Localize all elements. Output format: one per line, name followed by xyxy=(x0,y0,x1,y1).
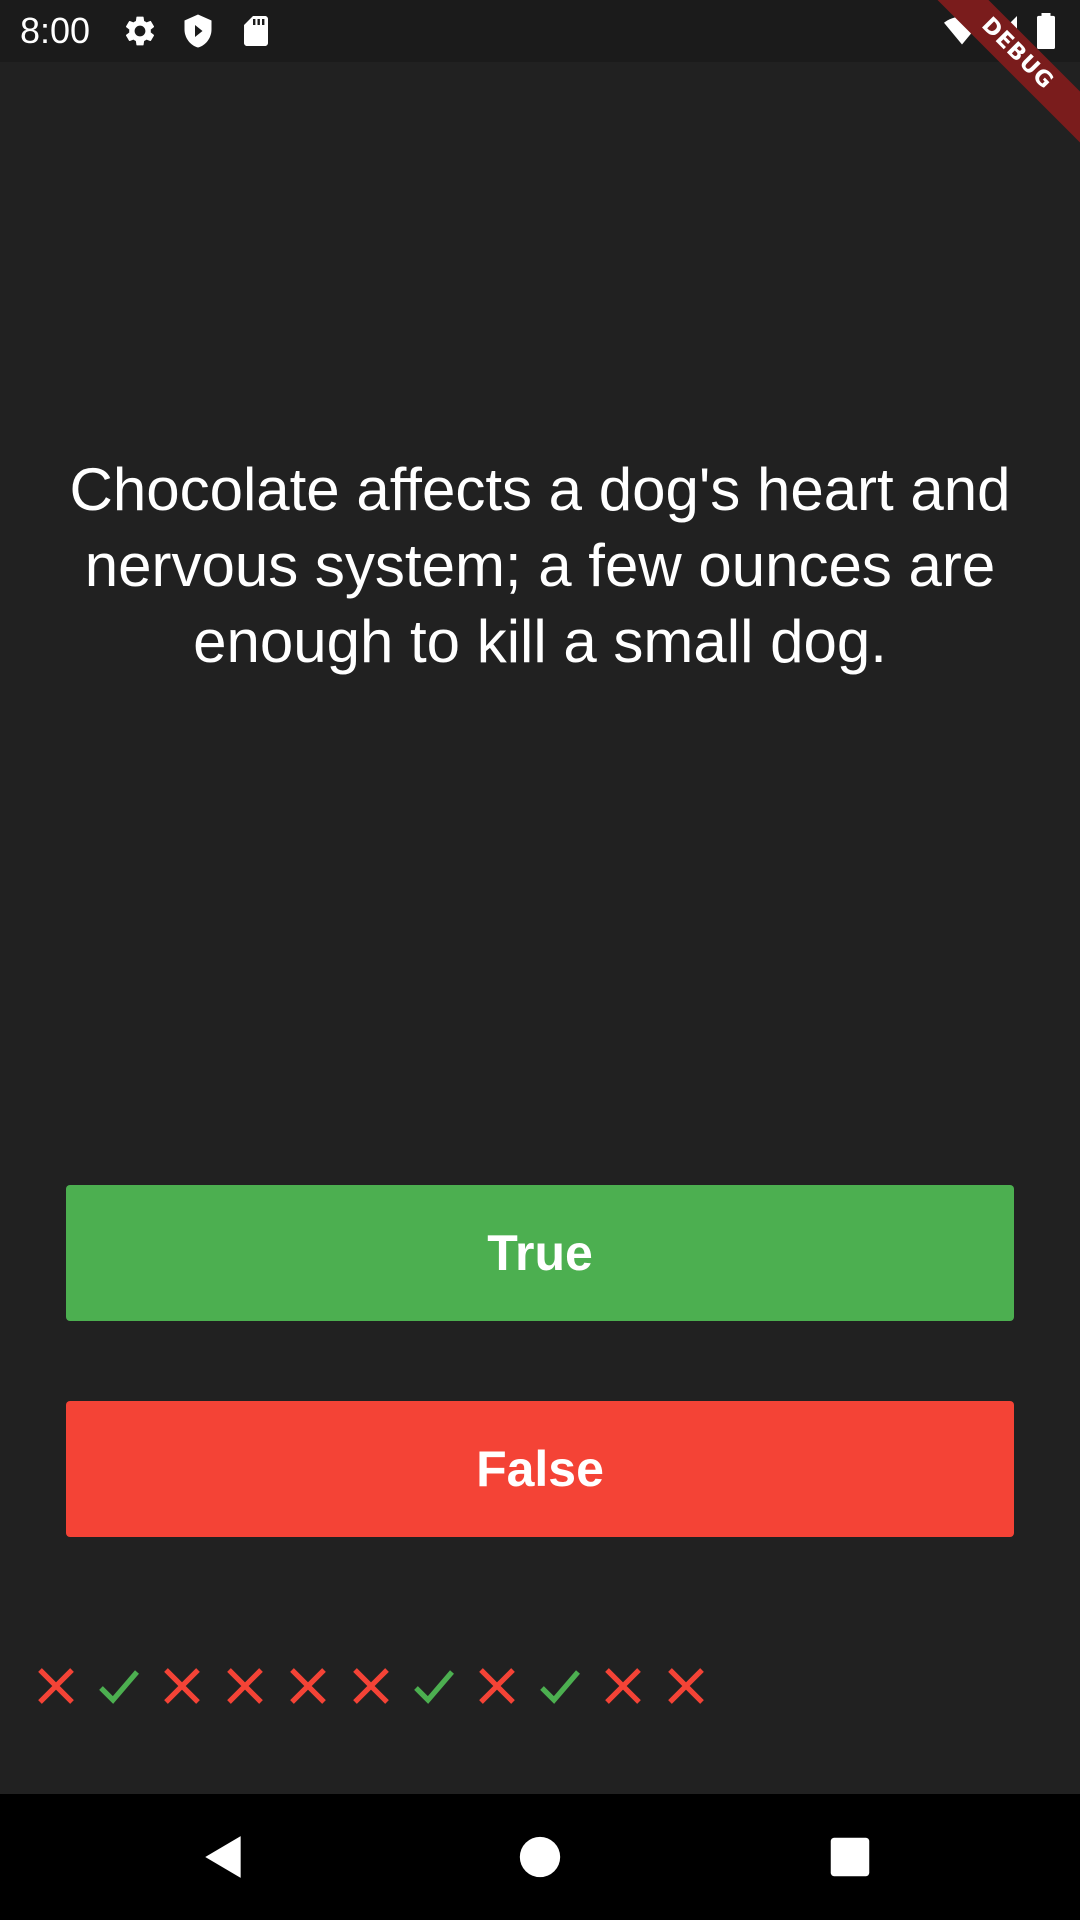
close-icon xyxy=(158,1658,206,1714)
true-button[interactable]: True xyxy=(66,1185,1014,1321)
question-text: Chocolate affects a dog's heart and nerv… xyxy=(69,456,1011,675)
recents-icon[interactable] xyxy=(818,1825,882,1889)
close-icon xyxy=(473,1658,521,1714)
navigation-bar xyxy=(0,1794,1080,1920)
back-icon[interactable] xyxy=(192,1825,256,1889)
signal-icon xyxy=(984,13,1020,49)
check-icon xyxy=(95,1658,143,1714)
wifi-icon xyxy=(942,13,980,49)
close-icon xyxy=(32,1658,80,1714)
status-bar: 8:00 xyxy=(0,0,1080,62)
check-icon xyxy=(536,1658,584,1714)
close-icon xyxy=(347,1658,395,1714)
score-keeper xyxy=(32,1658,710,1714)
close-icon xyxy=(599,1658,647,1714)
check-icon xyxy=(410,1658,458,1714)
close-icon xyxy=(284,1658,332,1714)
sd-card-icon xyxy=(238,13,274,49)
gear-icon xyxy=(122,13,158,49)
status-time: 8:00 xyxy=(20,10,91,51)
close-icon xyxy=(662,1658,710,1714)
close-icon xyxy=(221,1658,269,1714)
false-button[interactable]: False xyxy=(66,1401,1014,1537)
battery-icon xyxy=(1034,13,1070,49)
home-icon[interactable] xyxy=(508,1825,572,1889)
shield-icon xyxy=(180,13,216,49)
